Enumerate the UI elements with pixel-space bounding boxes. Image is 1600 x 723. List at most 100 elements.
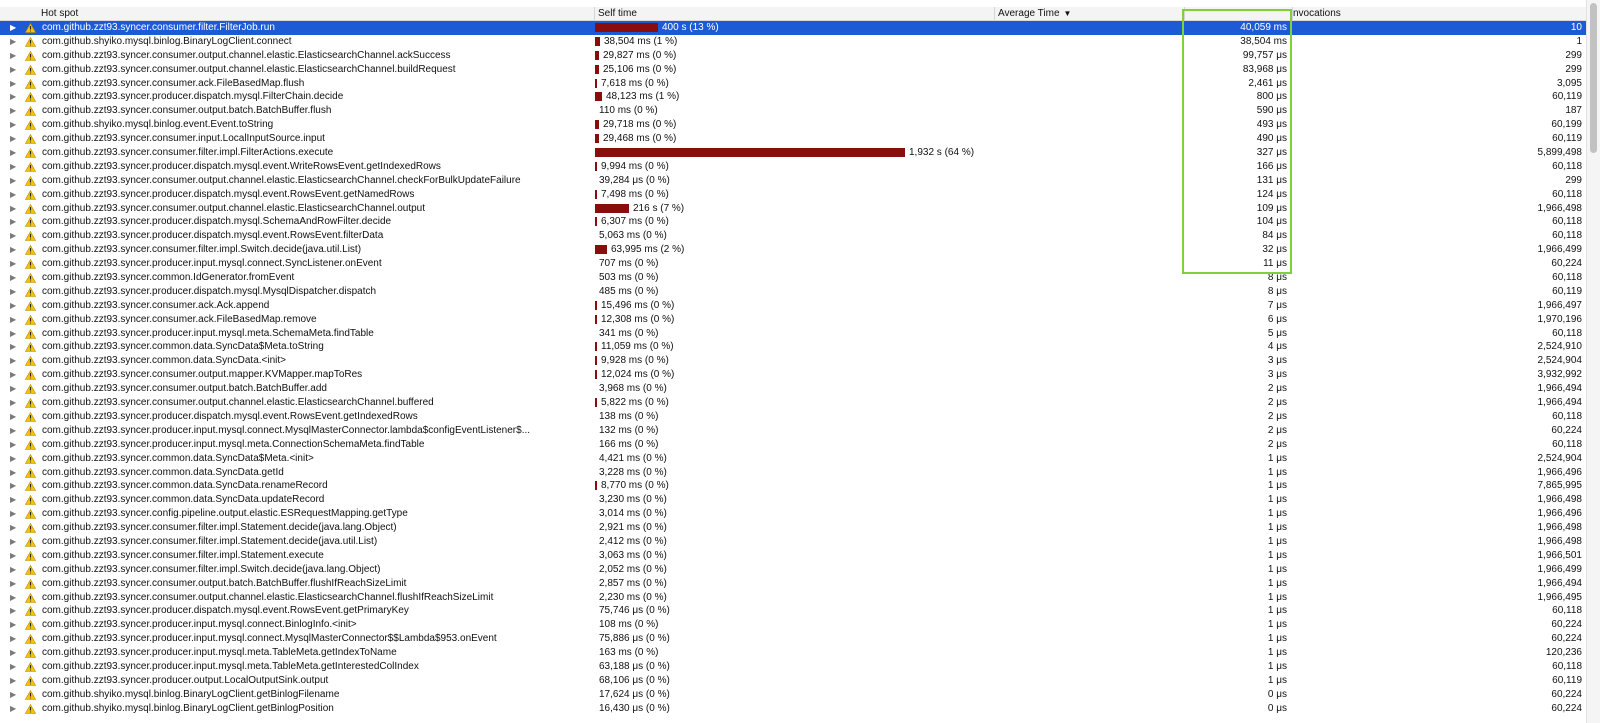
table-row[interactable]: ▶ com.github.zzt93.syncer.consumer.filter… xyxy=(0,243,1586,257)
expand-arrow-icon[interactable]: ▶ xyxy=(10,174,20,188)
expand-arrow-icon[interactable]: ▶ xyxy=(10,632,20,646)
expand-arrow-icon[interactable]: ▶ xyxy=(10,313,20,327)
expand-arrow-icon[interactable]: ▶ xyxy=(10,271,20,285)
expand-arrow-icon[interactable]: ▶ xyxy=(10,382,20,396)
expand-arrow-icon[interactable]: ▶ xyxy=(10,604,20,618)
table-row[interactable]: ▶ com.github.zzt93.syncer.consumer.output… xyxy=(0,104,1586,118)
table-row[interactable]: ▶ com.github.zzt93.syncer.producer.input.… xyxy=(0,438,1586,452)
column-header-average-time[interactable]: Average Time ▼ xyxy=(995,7,1185,20)
table-row[interactable]: ▶ com.github.shyiko.mysql.binlog.BinaryLo… xyxy=(0,702,1586,716)
table-row[interactable]: ▶ com.github.zzt93.syncer.producer.input.… xyxy=(0,327,1586,341)
expand-arrow-icon[interactable]: ▶ xyxy=(10,438,20,452)
expand-arrow-icon[interactable]: ▶ xyxy=(10,549,20,563)
expand-arrow-icon[interactable]: ▶ xyxy=(10,132,20,146)
expand-arrow-icon[interactable]: ▶ xyxy=(10,104,20,118)
expand-arrow-icon[interactable]: ▶ xyxy=(10,340,20,354)
expand-arrow-icon[interactable]: ▶ xyxy=(10,21,20,35)
expand-arrow-icon[interactable]: ▶ xyxy=(10,188,20,202)
table-row[interactable]: ▶ com.github.zzt93.syncer.consumer.ack.Ac… xyxy=(0,299,1586,313)
expand-arrow-icon[interactable]: ▶ xyxy=(10,368,20,382)
table-row[interactable]: ▶ com.github.zzt93.syncer.producer.dispat… xyxy=(0,285,1586,299)
expand-arrow-icon[interactable]: ▶ xyxy=(10,674,20,688)
expand-arrow-icon[interactable]: ▶ xyxy=(10,410,20,424)
table-row[interactable]: ▶ com.github.zzt93.syncer.producer.dispat… xyxy=(0,215,1586,229)
table-row[interactable]: ▶ com.github.zzt93.syncer.consumer.filter… xyxy=(0,563,1586,577)
table-row[interactable]: ▶ com.github.zzt93.syncer.consumer.input.… xyxy=(0,132,1586,146)
expand-arrow-icon[interactable]: ▶ xyxy=(10,660,20,674)
expand-arrow-icon[interactable]: ▶ xyxy=(10,688,20,702)
table-row[interactable]: ▶ com.github.zzt93.syncer.consumer.output… xyxy=(0,396,1586,410)
table-row[interactable]: ▶ com.github.zzt93.syncer.producer.input.… xyxy=(0,257,1586,271)
table-row[interactable]: ▶ com.github.zzt93.syncer.consumer.ack.Fi… xyxy=(0,77,1586,91)
table-row[interactable]: ▶ com.github.zzt93.syncer.producer.input.… xyxy=(0,660,1586,674)
expand-arrow-icon[interactable]: ▶ xyxy=(10,535,20,549)
expand-arrow-icon[interactable]: ▶ xyxy=(10,354,20,368)
table-row[interactable]: ▶ com.github.zzt93.syncer.producer.input.… xyxy=(0,618,1586,632)
expand-arrow-icon[interactable]: ▶ xyxy=(10,215,20,229)
expand-arrow-icon[interactable]: ▶ xyxy=(10,77,20,91)
table-row[interactable]: ▶ com.github.zzt93.syncer.producer.dispat… xyxy=(0,604,1586,618)
table-row[interactable]: ▶ com.github.zzt93.syncer.common.data.Syn… xyxy=(0,466,1586,480)
expand-arrow-icon[interactable]: ▶ xyxy=(10,702,20,716)
table-row[interactable]: ▶ com.github.zzt93.syncer.producer.output… xyxy=(0,674,1586,688)
table-row[interactable]: ▶ com.github.zzt93.syncer.producer.dispat… xyxy=(0,160,1586,174)
table-row[interactable]: ▶ com.github.zzt93.syncer.consumer.output… xyxy=(0,174,1586,188)
vertical-scrollbar[interactable] xyxy=(1586,0,1600,723)
table-row[interactable]: ▶ com.github.zzt93.syncer.consumer.output… xyxy=(0,202,1586,216)
table-row[interactable]: ▶ com.github.zzt93.syncer.consumer.output… xyxy=(0,591,1586,605)
column-header-self-time[interactable]: Self time xyxy=(595,7,995,20)
expand-arrow-icon[interactable]: ▶ xyxy=(10,49,20,63)
expand-arrow-icon[interactable]: ▶ xyxy=(10,285,20,299)
table-row[interactable]: ▶ com.github.zzt93.syncer.consumer.output… xyxy=(0,63,1586,77)
expand-arrow-icon[interactable]: ▶ xyxy=(10,90,20,104)
column-header-invocations[interactable]: nvocations xyxy=(1293,7,1586,20)
expand-arrow-icon[interactable]: ▶ xyxy=(10,396,20,410)
column-header-hot-spot[interactable]: Hot spot xyxy=(38,7,595,20)
table-row[interactable]: ▶ com.github.zzt93.syncer.producer.dispat… xyxy=(0,90,1586,104)
table-row[interactable]: ▶ com.github.shyiko.mysql.binlog.BinaryLo… xyxy=(0,35,1586,49)
expand-arrow-icon[interactable]: ▶ xyxy=(10,466,20,480)
table-row[interactable]: ▶ com.github.zzt93.syncer.producer.input.… xyxy=(0,632,1586,646)
table-row[interactable]: ▶ com.github.zzt93.syncer.consumer.filter… xyxy=(0,146,1586,160)
expand-arrow-icon[interactable]: ▶ xyxy=(10,618,20,632)
table-row[interactable]: ▶ com.github.zzt93.syncer.common.data.Syn… xyxy=(0,479,1586,493)
expand-arrow-icon[interactable]: ▶ xyxy=(10,479,20,493)
table-row[interactable]: ▶ com.github.zzt93.syncer.producer.dispat… xyxy=(0,188,1586,202)
table-row[interactable]: ▶ com.github.shyiko.mysql.binlog.event.Ev… xyxy=(0,118,1586,132)
table-row[interactable]: ▶ com.github.zzt93.syncer.common.data.Syn… xyxy=(0,340,1586,354)
expand-arrow-icon[interactable]: ▶ xyxy=(10,493,20,507)
expand-arrow-icon[interactable]: ▶ xyxy=(10,452,20,466)
expand-arrow-icon[interactable]: ▶ xyxy=(10,243,20,257)
expand-arrow-icon[interactable]: ▶ xyxy=(10,424,20,438)
expand-arrow-icon[interactable]: ▶ xyxy=(10,118,20,132)
expand-arrow-icon[interactable]: ▶ xyxy=(10,35,20,49)
table-row[interactable]: ▶ com.github.zzt93.syncer.common.data.Syn… xyxy=(0,354,1586,368)
table-row[interactable]: ▶ com.github.zzt93.syncer.producer.input.… xyxy=(0,424,1586,438)
expand-arrow-icon[interactable]: ▶ xyxy=(10,563,20,577)
table-row[interactable]: ▶ com.github.zzt93.syncer.common.data.Syn… xyxy=(0,452,1586,466)
table-row[interactable]: ▶ com.github.zzt93.syncer.producer.input.… xyxy=(0,646,1586,660)
table-row[interactable]: ▶ com.github.zzt93.syncer.common.data.Syn… xyxy=(0,493,1586,507)
expand-arrow-icon[interactable]: ▶ xyxy=(10,521,20,535)
table-row[interactable]: ▶ com.github.zzt93.syncer.consumer.output… xyxy=(0,382,1586,396)
table-row[interactable]: ▶ com.github.zzt93.syncer.producer.dispat… xyxy=(0,229,1586,243)
expand-arrow-icon[interactable]: ▶ xyxy=(10,202,20,216)
expand-arrow-icon[interactable]: ▶ xyxy=(10,63,20,77)
expand-arrow-icon[interactable]: ▶ xyxy=(10,646,20,660)
table-row[interactable]: ▶ com.github.zzt93.syncer.producer.dispat… xyxy=(0,410,1586,424)
table-row[interactable]: ▶ com.github.zzt93.syncer.consumer.filter… xyxy=(0,535,1586,549)
table-row[interactable]: ▶ com.github.zzt93.syncer.common.IdGenera… xyxy=(0,271,1586,285)
table-row[interactable]: ▶ com.github.zzt93.syncer.consumer.filter… xyxy=(0,521,1586,535)
expand-arrow-icon[interactable]: ▶ xyxy=(10,327,20,341)
table-row[interactable]: ▶ com.github.zzt93.syncer.consumer.ack.Fi… xyxy=(0,313,1586,327)
expand-arrow-icon[interactable]: ▶ xyxy=(10,299,20,313)
expand-arrow-icon[interactable]: ▶ xyxy=(10,229,20,243)
expand-arrow-icon[interactable]: ▶ xyxy=(10,507,20,521)
expand-arrow-icon[interactable]: ▶ xyxy=(10,591,20,605)
expand-arrow-icon[interactable]: ▶ xyxy=(10,160,20,174)
table-row[interactable]: ▶ com.github.zzt93.syncer.consumer.output… xyxy=(0,368,1586,382)
expand-arrow-icon[interactable]: ▶ xyxy=(10,146,20,160)
expand-arrow-icon[interactable]: ▶ xyxy=(10,257,20,271)
table-row[interactable]: ▶ com.github.zzt93.syncer.consumer.filter… xyxy=(0,21,1586,35)
table-row[interactable]: ▶ com.github.zzt93.syncer.consumer.output… xyxy=(0,577,1586,591)
